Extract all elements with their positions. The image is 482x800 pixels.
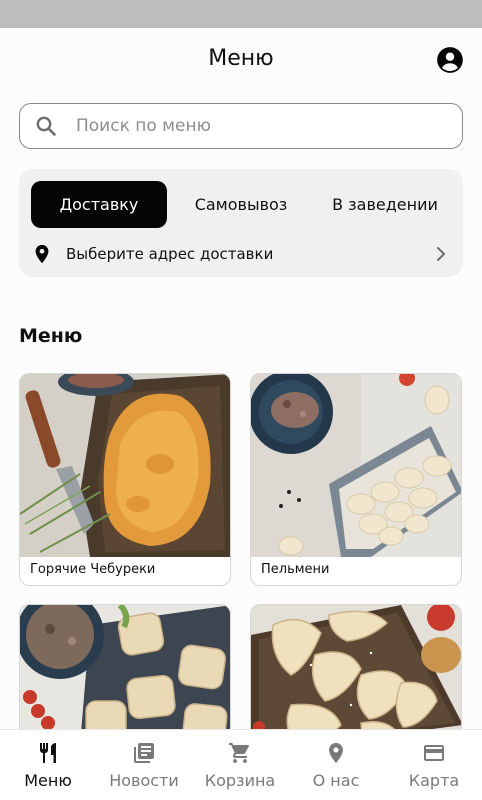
category-card-pelmeni[interactable]: Пельмени (250, 373, 462, 586)
news-icon (134, 743, 154, 763)
category-card[interactable] (19, 604, 231, 744)
order-mode-panel: Доставку Самовывоз В заведении Выберите … (19, 169, 463, 277)
tab-pickup[interactable]: Самовывоз (177, 181, 305, 228)
delivery-address-prompt: Выберите адрес доставки (66, 245, 274, 263)
nav-item-news[interactable]: Новости (96, 730, 192, 800)
nav-label: О нас (312, 771, 360, 790)
nav-item-about[interactable]: О нас (288, 730, 384, 800)
nav-label: Меню (24, 771, 72, 790)
bottom-navigation: Меню Новости Корзина О нас Карта (0, 729, 482, 800)
search-box[interactable] (19, 103, 463, 149)
page-title: Меню (208, 46, 274, 71)
menu-section-title: Меню (19, 325, 83, 347)
location-pin-icon (35, 244, 49, 264)
category-label: Горячие Чебуреки (30, 562, 156, 577)
tab-dine-in[interactable]: В заведении (315, 181, 455, 228)
status-bar (0, 0, 482, 28)
tab-delivery[interactable]: Доставку (31, 181, 167, 228)
nav-item-card[interactable]: Карта (386, 730, 482, 800)
fork-knife-icon (40, 743, 56, 763)
category-label: Пельмени (261, 562, 330, 577)
category-card-chebureki[interactable]: Горячие Чебуреки (19, 373, 231, 586)
search-input[interactable] (76, 104, 446, 147)
nav-item-cart[interactable]: Корзина (192, 730, 288, 800)
category-image (20, 605, 230, 743)
nav-item-menu[interactable]: Меню (0, 730, 96, 800)
profile-button[interactable] (436, 46, 464, 74)
app-header: Меню (0, 28, 482, 94)
cart-icon (229, 743, 249, 763)
category-card[interactable] (250, 604, 462, 744)
location-pin-icon (329, 743, 343, 763)
chevron-right-icon (437, 247, 445, 261)
account-circle-icon (437, 47, 463, 73)
nav-label: Новости (109, 771, 179, 790)
nav-label: Карта (408, 771, 460, 790)
category-image (251, 374, 461, 557)
category-image (20, 374, 230, 557)
nav-label: Корзина (204, 771, 276, 790)
category-image (251, 605, 461, 743)
search-icon (36, 116, 56, 136)
credit-card-icon (424, 745, 444, 761)
